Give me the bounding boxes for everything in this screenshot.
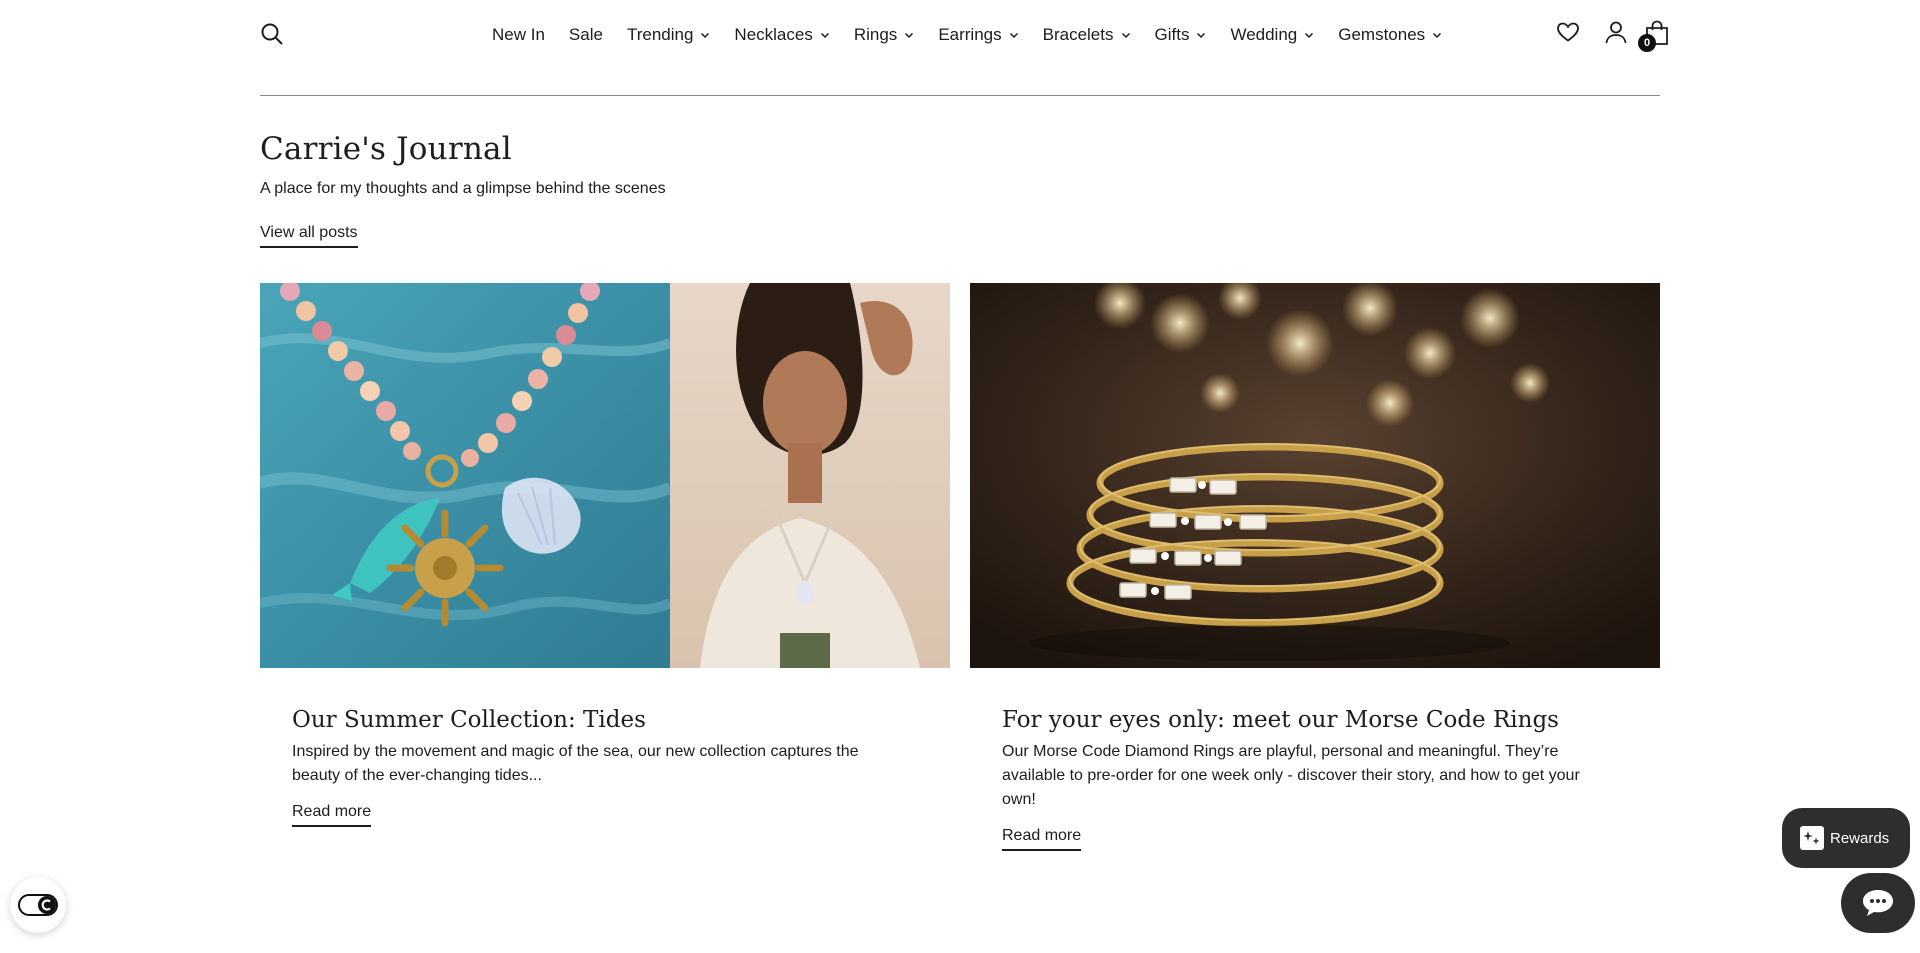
nav-item-label: Rings <box>853 25 898 44</box>
post-title[interactable]: For your eyes only: meet our Morse Code … <box>1002 705 1628 735</box>
search-icon <box>261 23 283 45</box>
blog-post-card: For your eyes only: meet our Morse Code … <box>970 283 1660 851</box>
nav-item-bracelets[interactable]: Bracelets <box>1043 25 1131 45</box>
nav-item-sale[interactable]: Sale <box>569 25 603 45</box>
nav-item-gemstones[interactable]: Gemstones <box>1338 25 1442 45</box>
nav-item-wedding[interactable]: Wedding <box>1230 25 1314 45</box>
blog-post-card: Our Summer Collection: Tides Inspired by… <box>260 283 950 827</box>
chevron-down-icon <box>1121 32 1130 39</box>
main-nav: New In Sale Trending Necklaces Rings Earrings… <box>492 22 1466 48</box>
read-more-link[interactable]: Read more <box>1002 827 1082 851</box>
chevron-down-icon <box>820 32 829 39</box>
cart-count-badge: 0 <box>1638 34 1656 52</box>
chevron-down-icon <box>701 32 710 39</box>
view-all-posts-link[interactable]: View all posts <box>260 224 358 248</box>
nav-item-necklaces[interactable]: Necklaces <box>734 25 829 45</box>
post-image-illustration <box>970 283 1660 668</box>
header-divider <box>260 95 1660 96</box>
header-icons: 0 <box>1556 20 1670 52</box>
nav-item-label: Gifts <box>1154 25 1190 44</box>
nav-item-label: Earrings <box>938 25 1002 44</box>
rewards-button[interactable]: Rewards <box>1782 808 1910 868</box>
chevron-down-icon <box>1305 32 1314 39</box>
rewards-label: Rewards <box>1830 829 1890 847</box>
post-image-morse-code-rings[interactable] <box>970 283 1660 668</box>
nav-item-label: Necklaces <box>734 25 813 44</box>
nav-item-earrings[interactable]: Earrings <box>938 25 1018 45</box>
site-header: New In Sale Trending Necklaces Rings Earrings… <box>0 0 1920 70</box>
post-excerpt: Our Morse Code Diamond Rings are playful… <box>1002 743 1580 808</box>
cart-button[interactable]: 0 <box>1638 20 1670 52</box>
chat-icon <box>1863 890 1893 916</box>
nav-item-gifts[interactable]: Gifts <box>1155 25 1207 45</box>
nav-item-label: Bracelets <box>1042 25 1114 44</box>
post-title[interactable]: Our Summer Collection: Tides <box>292 705 918 735</box>
account-button[interactable] <box>1604 20 1630 46</box>
read-more-link[interactable]: Read more <box>292 803 372 827</box>
post-body: For your eyes only: meet our Morse Code … <box>970 705 1660 851</box>
account-icon <box>1605 21 1627 44</box>
nav-item-label: Wedding <box>1230 25 1298 44</box>
nav-item-label: New In <box>492 25 545 44</box>
search-button[interactable] <box>260 22 284 46</box>
rewards-sparkle-icon <box>1800 826 1824 850</box>
nav-item-new-in[interactable]: New In <box>492 25 545 45</box>
post-image-summer-collection[interactable] <box>260 283 950 668</box>
nav-item-label: Sale <box>568 25 603 44</box>
journal-title: Carrie's Journal <box>260 131 512 167</box>
chevron-down-icon <box>905 32 914 39</box>
nav-item-trending[interactable]: Trending <box>627 25 710 45</box>
post-image-illustration <box>260 283 950 668</box>
nav-item-rings[interactable]: Rings <box>854 25 914 45</box>
chevron-down-icon <box>1433 32 1442 39</box>
post-body: Our Summer Collection: Tides Inspired by… <box>260 705 950 827</box>
wishlist-button[interactable] <box>1556 20 1582 46</box>
chat-button[interactable] <box>1841 873 1915 933</box>
journal-subtitle: A place for my thoughts and a glimpse be… <box>260 180 666 197</box>
chevron-down-icon <box>1197 32 1206 39</box>
post-excerpt: Inspired by the movement and magic of th… <box>292 743 859 784</box>
chevron-down-icon <box>1009 32 1018 39</box>
heart-icon <box>1557 22 1579 42</box>
nav-item-label: Gemstones <box>1338 25 1426 44</box>
nav-item-label: Trending <box>626 25 694 44</box>
accessibility-toggle-icon <box>18 894 58 916</box>
accessibility-toggle-button[interactable] <box>10 877 66 933</box>
